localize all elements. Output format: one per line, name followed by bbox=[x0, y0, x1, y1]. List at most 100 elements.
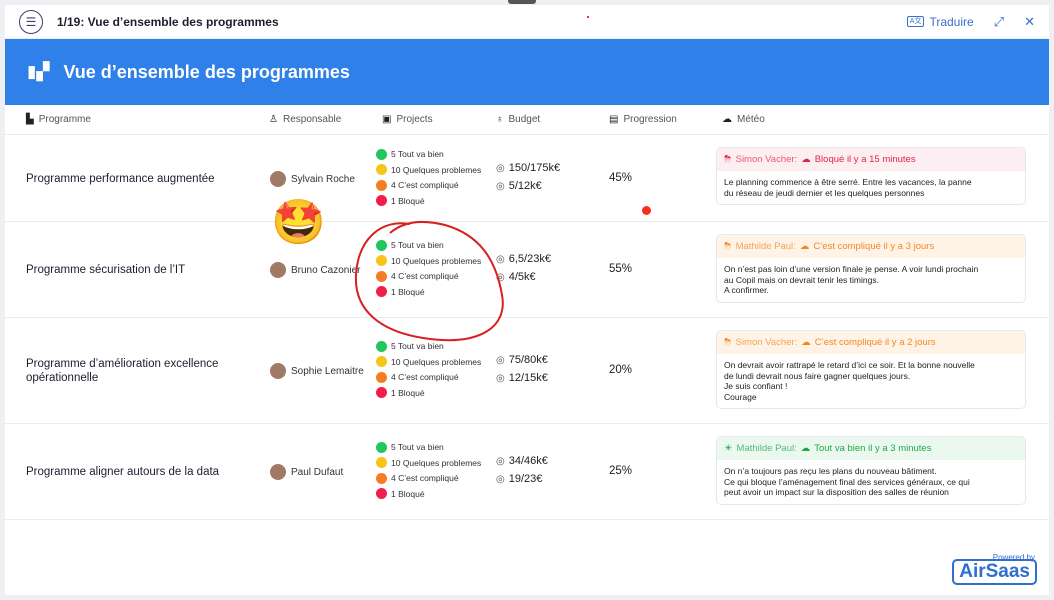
meteo-text: On n’est pas loin d’une version finale j… bbox=[724, 264, 979, 295]
translate-button[interactable]: A文 Traduire bbox=[906, 14, 974, 29]
project-status-item[interactable]: 5 Tout va bien bbox=[376, 148, 481, 161]
coin-icon: ◎ bbox=[496, 372, 505, 384]
project-status-item[interactable]: 4 C’est compliqué bbox=[376, 472, 481, 485]
project-status-item[interactable]: 10 Quelques problemes bbox=[376, 356, 481, 369]
programme-name[interactable]: Programme aligner autours de la data bbox=[26, 465, 236, 479]
meteo-author: Mathilde Paul: bbox=[735, 241, 796, 252]
responsable-name: Paul Dufaut bbox=[291, 466, 344, 478]
user-icon: ♙ bbox=[269, 114, 278, 125]
project-status-item[interactable]: 1 Bloqué bbox=[376, 195, 481, 208]
meteo-card[interactable]: ⛈ Simon Vacher: ☁ C’est compliqué il y a… bbox=[716, 330, 1026, 409]
project-status-item[interactable]: 1 Bloqué bbox=[376, 387, 481, 400]
cloud-rain-icon: ☁ bbox=[722, 114, 732, 125]
meteo-header: ⛈ Mathilde Paul: ☁ C’est compliqué il y … bbox=[717, 235, 1025, 258]
programme-name[interactable]: Programme d’amélioration excellence opér… bbox=[26, 357, 236, 385]
weather-icon: ⛈ bbox=[724, 241, 732, 252]
meteo-status: Tout va bien il y a 3 minutes bbox=[814, 443, 932, 454]
progression-value: 20% bbox=[609, 364, 633, 376]
coin-icon: ◎ bbox=[496, 162, 505, 174]
close-icon[interactable]: ✕ bbox=[1024, 14, 1035, 30]
weather-icon: ⛈ bbox=[724, 337, 732, 348]
meteo-card[interactable]: ⛈ Mathilde Paul: ☁ C’est compliqué il y … bbox=[716, 234, 1026, 303]
status-dot-icon bbox=[376, 148, 387, 160]
window-handle bbox=[508, 0, 536, 4]
programme-icon: ▮▞ bbox=[27, 62, 50, 81]
col-responsable: ♙ Responsable bbox=[269, 114, 342, 125]
status-dot-icon bbox=[376, 387, 387, 399]
meteo-text: On devrait avoir rattrapé le retard d’ic… bbox=[724, 360, 975, 402]
project-status-item[interactable]: 4 C’est compliqué bbox=[376, 371, 481, 384]
meteo-card[interactable]: ☀ Mathilde Paul: ☁ Tout va bien il y a 3… bbox=[716, 436, 1026, 505]
money-bag-icon: ♁ bbox=[496, 114, 504, 125]
progression-value: 55% bbox=[609, 263, 633, 275]
project-status-item[interactable]: 5 Tout va bien bbox=[376, 441, 481, 454]
coin-icon: ◎ bbox=[496, 473, 505, 485]
meteo-header: ⛈ Simon Vacher: ☁ C’est compliqué il y a… bbox=[717, 331, 1025, 354]
col-programme: ▙ Programme bbox=[26, 114, 91, 125]
status-dot-icon bbox=[376, 457, 387, 469]
responsable: Sophie Lemaitre bbox=[270, 363, 364, 379]
status-dot-icon bbox=[376, 488, 387, 500]
table-row[interactable]: Programme sécurisation de l’IT Bruno Caz… bbox=[5, 222, 1049, 318]
meteo-status: Bloqué il y a 15 minutes bbox=[814, 154, 916, 165]
translate-label: Traduire bbox=[929, 14, 974, 29]
progress-icon: ▤ bbox=[609, 114, 619, 125]
slide-title: 1/19: Vue d’ensemble des programmes bbox=[57, 14, 279, 29]
meteo-header: ⛈ Simon Vacher: ☁ Bloqué il y a 15 minut… bbox=[717, 148, 1025, 171]
star-struck-emoji: 🤩 bbox=[271, 198, 326, 247]
responsable-name: Sophie Lemaitre bbox=[291, 365, 364, 377]
table-row[interactable]: Programme d’amélioration excellence opér… bbox=[5, 318, 1049, 424]
weather-icon: ☀ bbox=[724, 443, 733, 454]
meteo-author: Simon Vacher: bbox=[735, 154, 798, 165]
status-dot-icon bbox=[376, 472, 387, 484]
programme-icon: ▙ bbox=[26, 114, 34, 125]
budget-line: ◎ 34/46k€ bbox=[496, 455, 548, 467]
responsable: Sylvain Roche bbox=[270, 171, 355, 187]
responsable: Paul Dufaut bbox=[270, 464, 343, 480]
project-status-item[interactable]: 4 C’est compliqué bbox=[376, 179, 481, 192]
status-dot-icon bbox=[376, 195, 387, 207]
meteo-card[interactable]: ⛈ Simon Vacher: ☁ Bloqué il y a 15 minut… bbox=[716, 147, 1026, 205]
expand-icon[interactable]: ⤢ bbox=[994, 14, 1004, 30]
col-budget: ♁ Budget bbox=[496, 114, 541, 125]
weather-icon: ⛈ bbox=[724, 154, 732, 165]
avatar bbox=[270, 171, 286, 187]
meteo-text: On n’a toujours pas reçu les plans du no… bbox=[724, 466, 970, 497]
presentation-page: ☰ 1/19: Vue d’ensemble des programmes A文… bbox=[5, 5, 1049, 595]
coin-icon: ◎ bbox=[496, 455, 505, 467]
weather-status-icon: ☁ bbox=[799, 241, 810, 252]
meteo-text: Le planning commence à être serré. Entre… bbox=[724, 177, 972, 198]
coin-icon: ◎ bbox=[496, 180, 505, 192]
table-row[interactable]: Programme aligner autours de la data Pau… bbox=[5, 424, 1049, 520]
airsaas-logo: AirSaas bbox=[952, 559, 1037, 585]
red-mark bbox=[587, 16, 589, 18]
project-status-item[interactable]: 10 Quelques problemes bbox=[376, 164, 481, 177]
table-row[interactable]: Programme performance augmentée Sylvain … bbox=[5, 136, 1049, 222]
status-dot-icon bbox=[376, 441, 387, 453]
status-dot-icon bbox=[376, 179, 387, 191]
table-header: ▙ Programme ♙ Responsable ▣ Projects ♁ Budge… bbox=[5, 105, 1049, 135]
avatar bbox=[270, 363, 286, 379]
responsable: Bruno Cazonier bbox=[270, 262, 360, 278]
progression-value: 25% bbox=[609, 465, 633, 477]
project-status-item[interactable]: 10 Quelques problemes bbox=[376, 457, 481, 470]
weather-status-icon: ☁ bbox=[800, 443, 811, 454]
programme-name[interactable]: Programme sécurisation de l’IT bbox=[26, 263, 236, 277]
top-bar: ☰ 1/19: Vue d’ensemble des programmes A文… bbox=[5, 5, 1049, 39]
powered-by-badge[interactable]: Powered by AirSaas bbox=[952, 553, 1037, 585]
budget-line: ◎ 5/12k€ bbox=[496, 180, 542, 192]
col-meteo: ☁ Météo bbox=[722, 114, 765, 125]
col-progression: ▤ Progression bbox=[609, 114, 677, 125]
meteo-author: Mathilde Paul: bbox=[736, 443, 797, 454]
status-dot-icon bbox=[376, 371, 387, 383]
page-title: Vue d’ensemble des programmes bbox=[63, 61, 350, 82]
budget-line: ◎ 12/15k€ bbox=[496, 372, 548, 384]
weather-status-icon: ☁ bbox=[801, 337, 811, 348]
project-status-item[interactable]: 1 Bloqué bbox=[376, 488, 481, 501]
status-dot-icon bbox=[376, 164, 387, 176]
programme-name[interactable]: Programme performance augmentée bbox=[26, 172, 236, 186]
budget-line: ◎ 75/80k€ bbox=[496, 354, 548, 366]
slides-menu-button[interactable]: ☰ bbox=[19, 9, 43, 34]
meteo-status: C’est compliqué il y a 2 jours bbox=[814, 337, 936, 348]
meteo-status: C’est compliqué il y a 3 jours bbox=[813, 241, 935, 252]
